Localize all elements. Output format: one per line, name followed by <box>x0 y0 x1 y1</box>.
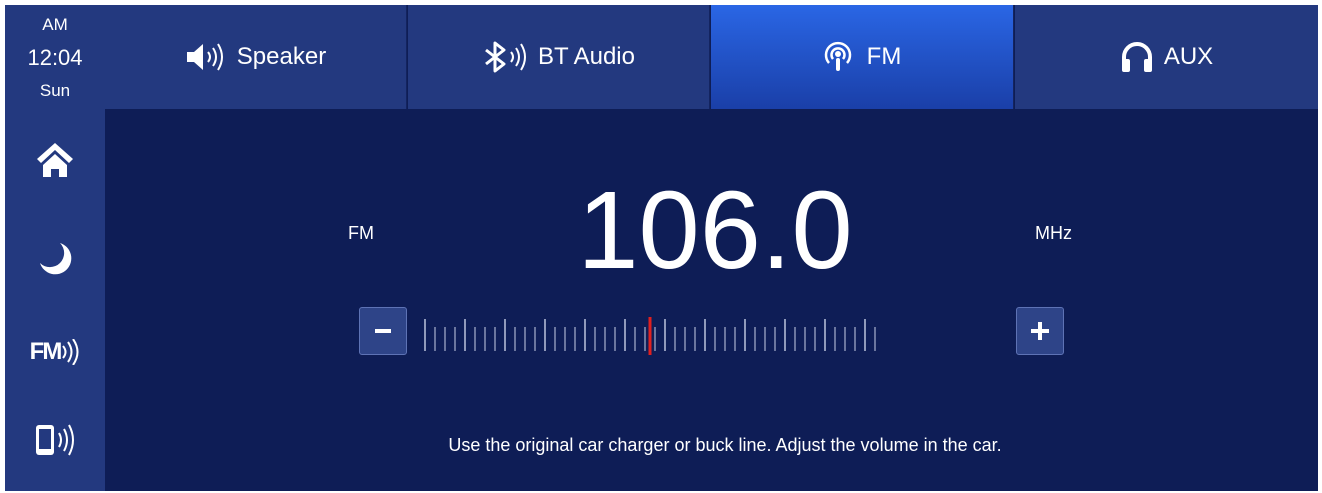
source-tabs: Speaker BT Audio FM AUX <box>105 5 1318 109</box>
tab-speaker-label: Speaker <box>236 43 327 70</box>
frequency-display: 106.0 <box>577 169 853 292</box>
fm-transmitter-screen: AM 12:04 Sun FM Speaker BT Audio FM AUX … <box>5 5 1318 491</box>
plus-icon <box>1031 322 1049 340</box>
moon-icon <box>40 243 72 275</box>
clock-day: Sun <box>39 81 71 100</box>
phone-signal-icon <box>36 424 74 456</box>
tuner-panel: FM 106.0 MHz Use the original car charge… <box>105 109 1318 491</box>
speaker-icon <box>186 43 223 71</box>
tuning-needle[interactable] <box>648 317 652 355</box>
tab-aux[interactable]: AUX <box>1015 5 1318 109</box>
tab-speaker[interactable]: Speaker <box>105 5 407 109</box>
tab-aux-label: AUX <box>1163 43 1214 70</box>
tab-bt-audio[interactable]: BT Audio <box>408 5 710 109</box>
unit-label: MHz <box>1035 223 1072 243</box>
home-button[interactable] <box>30 135 80 185</box>
bluetooth-icon <box>485 41 527 73</box>
phone-signal-button[interactable] <box>30 415 80 465</box>
tuning-dial[interactable] <box>423 309 885 355</box>
headphones-icon <box>1121 42 1152 72</box>
frequency-up-button[interactable] <box>1016 307 1064 355</box>
usage-hint: Use the original car charger or buck lin… <box>448 435 1002 455</box>
tab-fm-label: FM <box>866 43 902 70</box>
band-label: FM <box>348 223 374 243</box>
fm-transmit-button[interactable]: FM <box>30 327 80 377</box>
frequency-down-button[interactable] <box>359 307 407 355</box>
tab-bt-audio-label: BT Audio <box>538 43 635 70</box>
fm-signal-icon <box>62 339 79 365</box>
left-sidebar: AM 12:04 Sun FM <box>5 5 105 491</box>
night-mode-button[interactable] <box>30 233 80 283</box>
clock-ampm: AM <box>42 15 68 34</box>
minus-icon <box>375 329 391 333</box>
clock-time: 12:04 <box>27 45 83 70</box>
tab-fm[interactable]: FM <box>711 5 1014 109</box>
home-icon <box>37 143 73 177</box>
podcast-icon <box>824 41 851 71</box>
fm-transmit-label: FM <box>29 338 63 365</box>
